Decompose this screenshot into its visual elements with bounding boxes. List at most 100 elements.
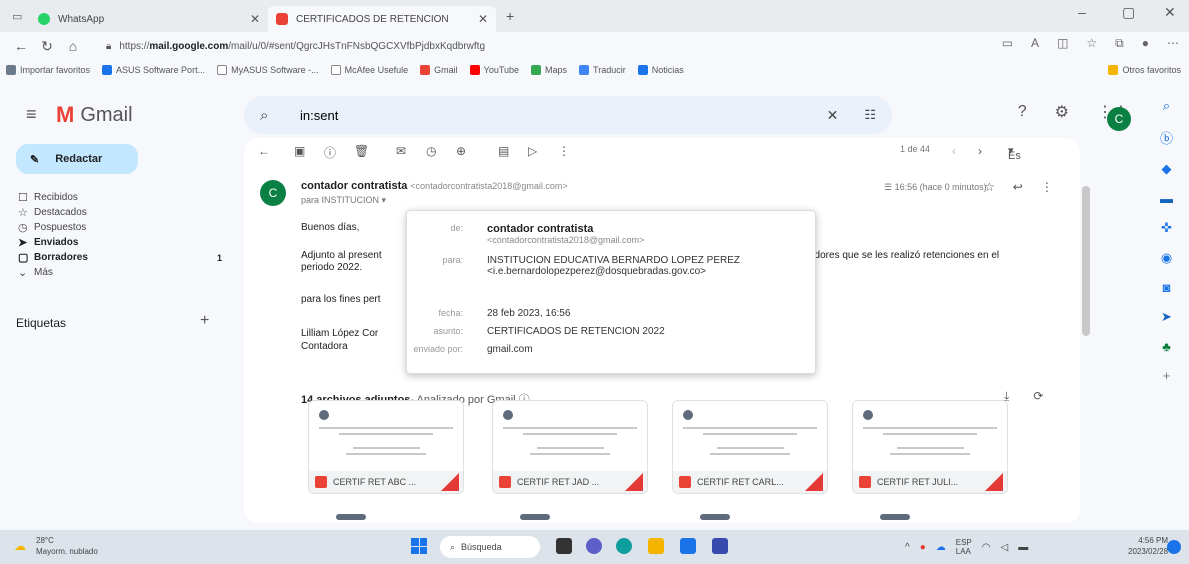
save-to-drive-icon[interactable]: ⟳ [1033,389,1043,404]
compose-button[interactable]: ✎ Redactar [16,144,138,174]
file-explorer-icon[interactable] [648,538,664,554]
minimize-icon[interactable]: – [1078,4,1086,20]
bookmark-item[interactable]: Importar favoritos [6,65,90,75]
label-icon[interactable]: ▷ [528,144,537,158]
taskbar-clock[interactable]: 4:56 PM 2023/02/28 [1128,535,1168,557]
bookmark-item[interactable]: Noticias [637,65,684,75]
attachment-card[interactable]: CERTIF RET ABC ... [308,400,464,494]
bookmark-item[interactable]: MyASUS Software -... [217,65,319,75]
sidebar-item-destacados[interactable]: ☆ Destacados [12,205,236,220]
chat-icon[interactable] [586,538,602,554]
sidebar-item-enviados[interactable]: ➤ Enviados [12,235,236,250]
search-input[interactable] [300,107,827,123]
photos-icon[interactable] [712,538,728,554]
profile-icon[interactable]: ● [1142,36,1149,51]
onedrive-icon[interactable]: ☁ [936,542,946,553]
back-to-list-icon[interactable]: ← [258,144,270,158]
sidebar-item-recibidos[interactable]: ☐ Recibidos [12,190,236,205]
new-tab-icon[interactable]: + [506,8,514,24]
reply-icon[interactable]: ↩ [1013,180,1023,194]
snooze-icon[interactable]: ◷ [426,144,436,158]
back-icon[interactable]: ← [8,38,34,54]
recipient-details-toggle[interactable]: para INSTITUCION ▾ [301,195,386,206]
windows-start-icon[interactable] [411,538,427,554]
help-icon[interactable]: ? [1018,103,1027,121]
wifi-icon[interactable]: ◠ [982,542,991,553]
notification-icon[interactable] [1167,540,1181,554]
email-more-icon[interactable]: ⋮ [1041,180,1053,194]
tab-certificados[interactable]: CERTIFICADOS DE RETENCION ✕ [268,6,496,32]
search-icon[interactable]: ⌕ [260,107,300,124]
weather-widget[interactable]: 28°C Mayorm. nublado [36,535,98,557]
input-tools-button[interactable]: Es ▾ [1008,144,1021,162]
volume-icon[interactable]: ◁ [1001,542,1009,553]
battery-icon[interactable]: ▬ [1018,542,1028,553]
tab-whatsapp[interactable]: WhatsApp ✕ [30,6,268,32]
tag-icon[interactable]: ◆ [1162,161,1172,177]
tray-chevron-icon[interactable]: ^ [905,542,910,553]
archive-icon[interactable]: ▣ [294,144,305,158]
read-aloud-icon[interactable]: A [1031,36,1039,51]
bookmark-item[interactable]: Maps [531,65,567,75]
bookmark-item[interactable]: Traducir [579,65,626,75]
next-page-icon[interactable]: › [978,144,982,158]
add-label-icon[interactable]: + [200,312,209,330]
bookmark-item[interactable]: YouTube [469,65,519,75]
attachment-card[interactable]: CERTIF RET CARL... [672,400,828,494]
maximize-icon[interactable]: ▢ [1122,4,1135,21]
menu-icon[interactable]: ≡ [26,104,37,125]
outlook-icon[interactable]: ◙ [1163,280,1171,295]
bookmark-item[interactable]: McAfee Usefule [330,65,408,75]
email-scrollbar[interactable] [1082,186,1090,336]
search-side-icon[interactable]: ⌕ [1163,98,1170,114]
prev-page-icon[interactable]: ‹ [952,144,956,158]
bing-icon[interactable]: ⓑ [1160,128,1173,147]
more-options-icon[interactable]: ⋮ [558,144,570,158]
attachment-card[interactable]: CERTIF RET JULI... [852,400,1008,494]
other-bookmarks[interactable]: Otros favoritos [1108,65,1181,75]
store-icon[interactable] [680,538,696,554]
add-task-icon[interactable]: ⊕ [456,144,466,158]
tree-icon[interactable]: ♣ [1162,339,1171,354]
more-icon[interactable]: ⋯ [1167,36,1179,51]
mark-unread-icon[interactable]: ✉ [396,144,406,158]
move-to-icon[interactable]: ▤ [498,144,509,158]
sidebar-item-borradores[interactable]: ▢ Borradores 1 [12,250,236,265]
delete-icon[interactable]: 🗑︎ [354,144,369,158]
task-view-icon[interactable] [556,538,572,554]
tray-app-icon[interactable]: ● [920,542,926,553]
favorite-icon[interactable]: ☆ [1086,36,1097,51]
taskbar-search[interactable]: ⌕ Búsqueda [440,536,540,558]
gmail-logo[interactable]: M Gmail [56,102,133,128]
url-field[interactable]: 🔒︎ https://mail.google.com/mail/u/0/#sen… [106,36,836,56]
telegram-icon[interactable]: ➤ [1161,309,1172,325]
close-tab-icon[interactable]: ✕ [250,12,260,26]
briefcase-icon[interactable]: ▬ [1160,191,1173,206]
sidebar-item-pospuestos[interactable]: ◷ Pospuestos [12,220,236,235]
sender-name[interactable]: contador contratista <contadorcontratist… [301,180,568,192]
close-tab-icon[interactable]: ✕ [478,12,488,26]
clear-search-icon[interactable]: ✕ [827,107,839,124]
bookmark-item[interactable]: Gmail [420,65,458,75]
office-icon[interactable]: ◉ [1161,250,1172,266]
reader-icon[interactable]: ▭ [1002,36,1013,51]
home-icon[interactable]: ⌂ [60,38,86,54]
bookmark-item[interactable]: ASUS Software Port... [102,65,205,75]
attachment-card[interactable]: CERTIF RET JAD ... [492,400,648,494]
add-side-icon[interactable]: + [1163,368,1171,383]
settings-icon[interactable]: ⚙ [1055,102,1069,122]
games-icon[interactable]: ✜ [1161,220,1172,236]
close-window-icon[interactable]: ✕ [1164,4,1176,21]
language-indicator[interactable]: ESP LAA [956,538,972,556]
edge-icon[interactable] [616,538,632,554]
sidebar-item-mas[interactable]: ⌄ Más [12,265,236,280]
report-spam-icon[interactable]: ⓘ [324,144,336,161]
tab-actions-icon[interactable]: ▭ [12,10,30,23]
star-email-icon[interactable]: ☆ [984,180,995,194]
account-avatar[interactable]: C [1107,107,1131,131]
collections-icon[interactable]: ⧉ [1115,36,1124,51]
split-icon[interactable]: ◫ [1057,36,1068,51]
email-line-3: para los fines pert [301,294,381,305]
search-options-icon[interactable]: ☷ [864,107,876,123]
reload-icon[interactable]: ↻ [34,38,60,55]
